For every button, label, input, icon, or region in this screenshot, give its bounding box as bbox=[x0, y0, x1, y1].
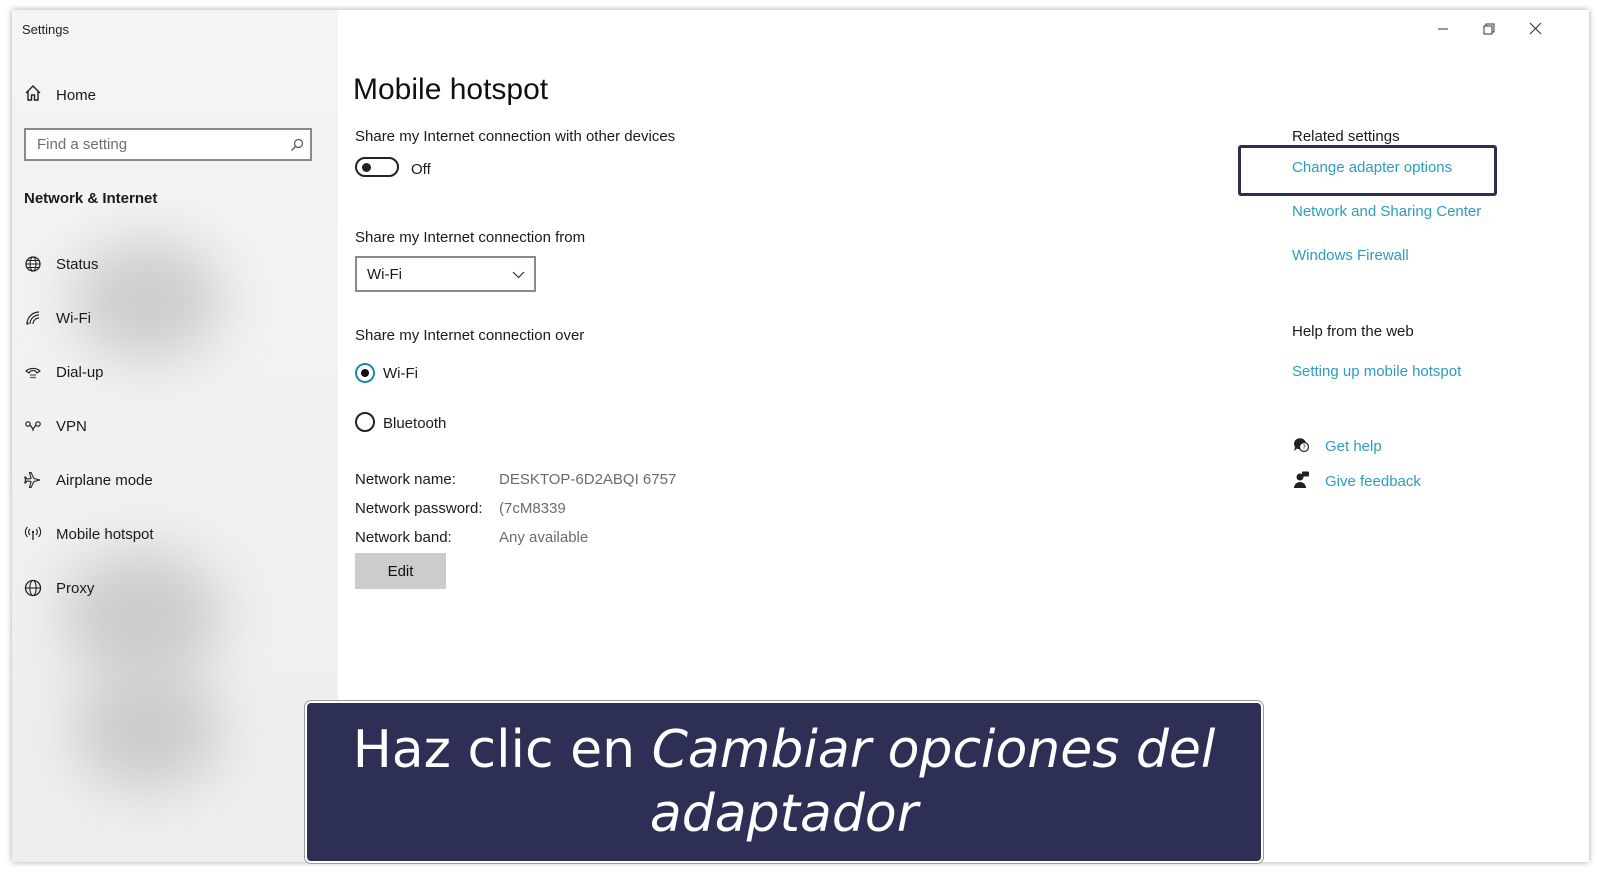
radio-dot bbox=[361, 369, 369, 377]
share-from-label: Share my Internet connection from bbox=[355, 229, 586, 246]
home-label: Home bbox=[56, 86, 97, 104]
get-help-icon: ? bbox=[1292, 436, 1310, 459]
globe-icon bbox=[22, 577, 44, 599]
search-icon[interactable] bbox=[284, 138, 310, 152]
caption-emphasis: Cambiar opciones del adaptador bbox=[649, 720, 1216, 844]
related-settings-heading: Related settings bbox=[1292, 128, 1400, 145]
caption-prefix: Haz clic en bbox=[352, 720, 652, 780]
share-from-dropdown[interactable]: Wi-Fi bbox=[355, 256, 536, 292]
radio-wifi[interactable] bbox=[355, 363, 375, 383]
blur-artifact bbox=[72, 670, 222, 790]
minimize-icon bbox=[1437, 22, 1449, 40]
restore-button[interactable] bbox=[1474, 20, 1504, 42]
sidebar-item-vpn[interactable]: VPN bbox=[22, 415, 87, 437]
help-heading: Help from the web bbox=[1292, 323, 1414, 340]
network-sharing-center-link[interactable]: Network and Sharing Center bbox=[1292, 203, 1481, 220]
dialup-icon bbox=[22, 361, 44, 383]
sidebar-item-mobile-hotspot[interactable]: Mobile hotspot bbox=[22, 523, 154, 545]
sidebar-item-label: VPN bbox=[56, 417, 87, 435]
radio-bluetooth[interactable] bbox=[355, 412, 375, 432]
sidebar-item-label: Wi-Fi bbox=[56, 309, 91, 327]
sidebar-item-label: Dial-up bbox=[56, 363, 104, 381]
share-over-label: Share my Internet connection over bbox=[355, 327, 585, 344]
radio-bluetooth-label: Bluetooth bbox=[383, 415, 447, 432]
give-feedback-link[interactable]: Give feedback bbox=[1325, 473, 1421, 490]
sidebar: Settings Home Network & Internet Status bbox=[12, 10, 338, 862]
instruction-caption: Haz clic en Cambiar opciones del adaptad… bbox=[305, 701, 1263, 863]
sidebar-item-label: Proxy bbox=[56, 579, 95, 597]
caption-text: Haz clic en Cambiar opciones del adaptad… bbox=[307, 718, 1261, 846]
search-input[interactable] bbox=[26, 135, 284, 154]
network-band-label: Network band: bbox=[355, 529, 452, 546]
get-help-link[interactable]: Get help bbox=[1325, 438, 1382, 455]
sidebar-item-label: Mobile hotspot bbox=[56, 525, 154, 543]
chevron-down-icon bbox=[512, 266, 525, 283]
blur-artifact bbox=[62, 550, 222, 680]
section-title: Network & Internet bbox=[24, 190, 158, 207]
hotspot-toggle[interactable] bbox=[355, 157, 399, 177]
sidebar-item-airplane-mode[interactable]: Airplane mode bbox=[22, 469, 153, 491]
sidebar-item-home[interactable]: Home bbox=[24, 84, 96, 106]
close-button[interactable] bbox=[1520, 20, 1550, 42]
vpn-icon bbox=[22, 415, 44, 437]
toggle-knob bbox=[362, 163, 371, 172]
network-password-label: Network password: bbox=[355, 500, 483, 517]
sidebar-item-label: Airplane mode bbox=[56, 471, 153, 489]
dropdown-value: Wi-Fi bbox=[367, 265, 402, 283]
change-adapter-options-link[interactable]: Change adapter options bbox=[1292, 159, 1452, 176]
page-title: Mobile hotspot bbox=[353, 73, 549, 106]
sidebar-item-dialup[interactable]: Dial-up bbox=[22, 361, 104, 383]
restore-icon bbox=[1483, 22, 1495, 40]
hotspot-icon bbox=[22, 523, 44, 545]
close-icon bbox=[1529, 22, 1542, 40]
network-password-value: (7cM8339 bbox=[499, 500, 566, 517]
sidebar-item-label: Status bbox=[56, 255, 99, 273]
minimize-button[interactable] bbox=[1428, 20, 1458, 42]
toggle-state-label: Off bbox=[411, 161, 431, 178]
sidebar-item-wifi[interactable]: Wi-Fi bbox=[22, 307, 91, 329]
network-band-value: Any available bbox=[499, 529, 589, 546]
setting-up-hotspot-link[interactable]: Setting up mobile hotspot bbox=[1292, 363, 1461, 380]
edit-button[interactable]: Edit bbox=[355, 553, 446, 589]
sidebar-item-proxy[interactable]: Proxy bbox=[22, 577, 94, 599]
app-title: Settings bbox=[22, 22, 69, 37]
globe-status-icon bbox=[22, 253, 44, 275]
windows-firewall-link[interactable]: Windows Firewall bbox=[1292, 247, 1409, 264]
share-label: Share my Internet connection with other … bbox=[355, 128, 676, 145]
airplane-icon bbox=[22, 469, 44, 491]
network-name-label: Network name: bbox=[355, 471, 456, 488]
search-box[interactable] bbox=[24, 128, 312, 161]
sidebar-item-status[interactable]: Status bbox=[22, 253, 99, 275]
wifi-icon bbox=[22, 307, 44, 329]
radio-wifi-label: Wi-Fi bbox=[383, 365, 418, 382]
svg-text:?: ? bbox=[1302, 444, 1306, 452]
home-icon bbox=[24, 84, 42, 106]
network-name-value: DESKTOP-6D2ABQI 6757 bbox=[499, 471, 677, 488]
give-feedback-icon bbox=[1292, 471, 1310, 494]
